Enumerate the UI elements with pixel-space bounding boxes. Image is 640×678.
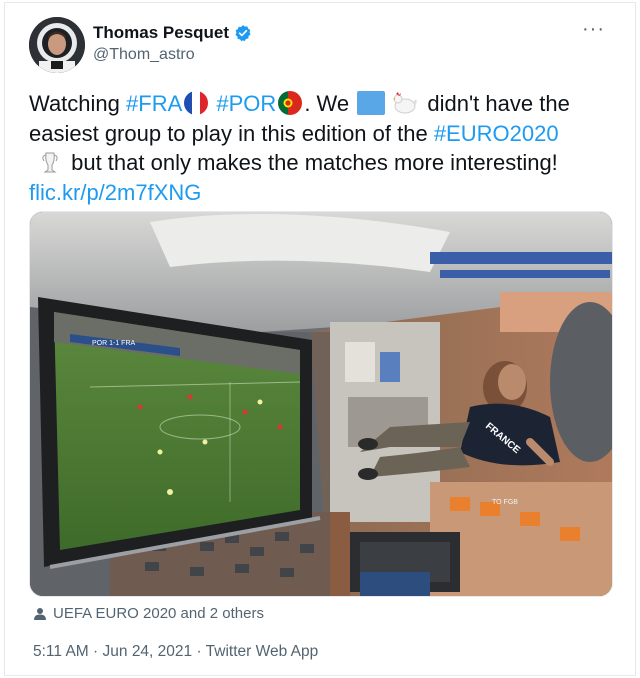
tweet-time[interactable]: 5:11 AM [33,643,89,660]
tweet-source[interactable]: Twitter Web App [206,643,319,660]
hashtag-por[interactable]: #POR [216,91,276,116]
author-name-text[interactable]: Thomas Pesquet [93,23,229,43]
text-part: Watching [29,91,127,116]
author-name[interactable]: Thomas Pesquet [93,23,252,43]
person-icon [34,607,46,620]
screen-banner: POR 1-1 FRA [92,340,136,347]
avatar[interactable] [29,17,85,73]
module-label: TO FGB [492,499,518,506]
author-handle[interactable]: @Thom_astro [93,46,195,64]
tweet-link[interactable]: flic.kr/p/2m7fXNG [29,180,201,205]
blue-square-icon [357,91,386,115]
tweet-photo[interactable]: POR 1-1 FRA FRANCE TO FGB [29,211,613,597]
text-part: . We [304,91,356,116]
trophy-icon [37,150,63,174]
tweet-metadata: 5:11 AM · Jun 24, 2021 · Twitter Web App [33,643,318,661]
more-icon[interactable]: ··· [582,19,605,39]
rooster-icon [389,91,419,115]
tweet-date[interactable]: Jun 24, 2021 [103,643,193,660]
iss-photo-illustration: POR 1-1 FRA FRANCE TO FGB [30,212,612,596]
tweet-card: Thomas Pesquet @Thom_astro ··· Watching … [4,2,636,676]
tweet-text: Watching #FRA #POR. We didn't have the e… [29,89,619,207]
tagged-text[interactable]: UEFA EURO 2020 and 2 others [53,605,264,622]
meta-separator: · [196,643,202,660]
verified-badge-icon [235,25,251,42]
tagged-users[interactable]: UEFA EURO 2020 and 2 others [33,605,264,622]
hashtag-euro2020[interactable]: #EURO2020 [434,121,559,146]
text-part: but that only makes the matches more int… [65,150,558,175]
hashtag-fra[interactable]: #FRA [126,91,182,116]
portugal-flag-icon [278,91,303,115]
france-flag-icon [184,91,209,115]
meta-separator: · [93,643,99,660]
